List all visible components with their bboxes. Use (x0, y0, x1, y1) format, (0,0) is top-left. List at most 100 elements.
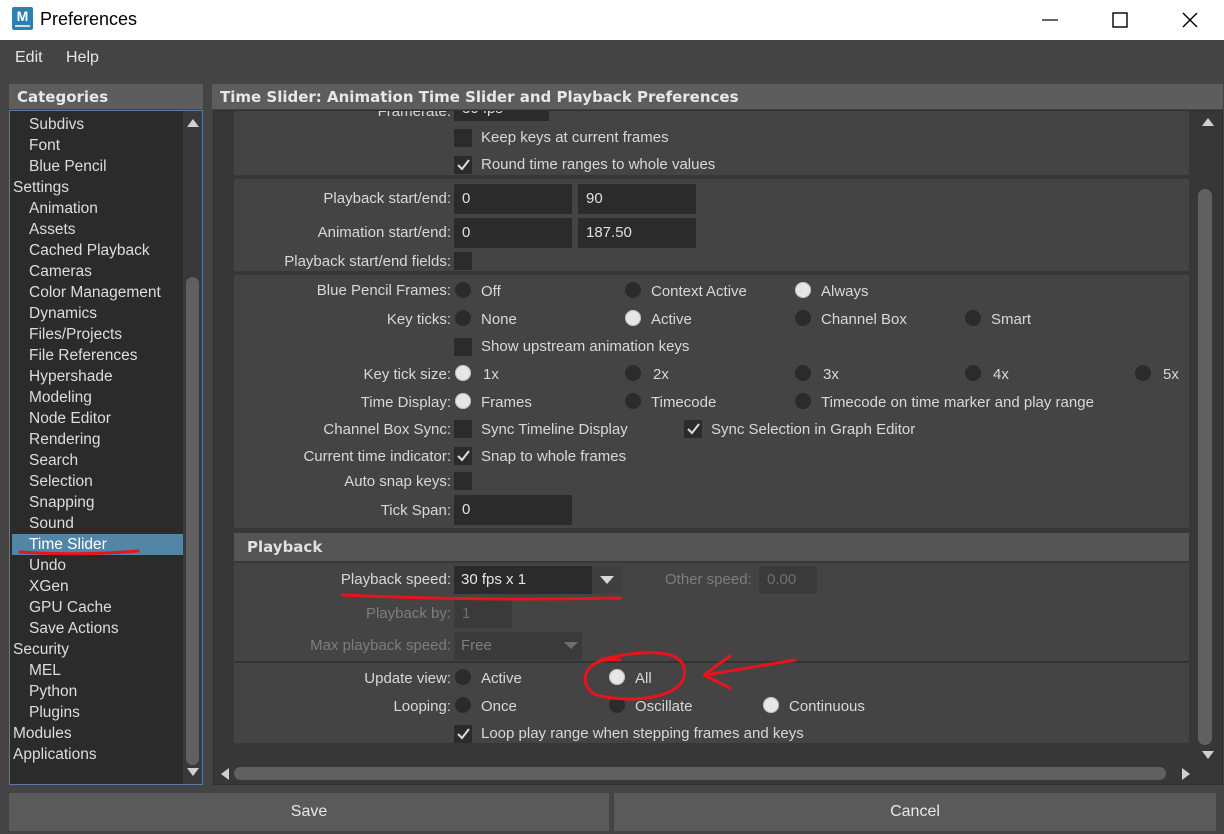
key-tick-size-label: Key tick size: (363, 366, 451, 383)
checkmark-icon (457, 728, 470, 740)
category-item-subdivs[interactable]: Subdivs (29, 114, 84, 135)
category-item-cached-playback[interactable]: Cached Playback (29, 240, 150, 261)
framerate-dropdown[interactable]: 30 fps (454, 111, 549, 121)
auto-snap-keys-checkbox[interactable] (454, 472, 472, 490)
playback-speed-dropdown-button[interactable] (592, 566, 622, 594)
categories-list: Subdivs Font Blue Pencil Settings Animation A… (9, 110, 203, 785)
other-speed-field[interactable]: 0.00 (759, 566, 817, 594)
cancel-button[interactable]: Cancel (614, 793, 1216, 831)
blue-pencil-context-active-radio[interactable] (625, 282, 641, 298)
key-tick-size-1x-radio[interactable] (455, 365, 471, 381)
key-tick-size-2x-radio[interactable] (625, 365, 641, 381)
minimize-icon (1042, 19, 1058, 21)
category-item-plugins[interactable]: Plugins (29, 702, 80, 723)
scroll-down-icon[interactable] (1202, 751, 1214, 759)
key-tick-size-3x-radio[interactable] (795, 365, 811, 381)
key-ticks-smart-radio[interactable] (965, 310, 981, 326)
chevron-down-icon (564, 642, 578, 649)
playback-speed-dropdown[interactable]: 30 fps x 1 (454, 566, 622, 594)
category-item-snapping[interactable]: Snapping (29, 492, 95, 513)
scroll-up-icon[interactable] (1202, 118, 1214, 126)
time-display-frames-radio[interactable] (455, 393, 471, 409)
max-playback-speed-dropdown[interactable]: Free (454, 632, 582, 660)
round-time-checkbox[interactable] (454, 156, 472, 174)
looping-continuous-radio[interactable] (763, 697, 779, 713)
key-ticks-channel-box-radio[interactable] (795, 310, 811, 326)
scroll-right-icon[interactable] (1182, 768, 1190, 780)
category-item-animation[interactable]: Animation (29, 198, 98, 219)
maya-app-icon: M (12, 7, 33, 30)
playback-start-field[interactable]: 0 (454, 184, 572, 214)
time-display-timecode-marker-radio[interactable] (795, 393, 811, 409)
update-view-active-radio[interactable] (455, 669, 471, 685)
key-ticks-active-radio[interactable] (625, 310, 641, 326)
category-item-rendering[interactable]: Rendering (29, 429, 101, 450)
category-item-dynamics[interactable]: Dynamics (29, 303, 97, 324)
category-item-cameras[interactable]: Cameras (29, 261, 92, 282)
category-item-settings[interactable]: Settings (13, 177, 69, 198)
playback-section-header[interactable]: Playback (234, 533, 1189, 561)
tick-span-label: Tick Span: (380, 502, 451, 519)
category-item-selection[interactable]: Selection (29, 471, 93, 492)
tick-span-field[interactable]: 0 (454, 495, 572, 525)
category-item-undo[interactable]: Undo (29, 555, 66, 576)
category-item-security[interactable]: Security (13, 639, 69, 660)
category-item-modules[interactable]: Modules (13, 723, 72, 744)
menu-edit[interactable]: Edit (15, 49, 43, 67)
key-tick-size-5x-radio[interactable] (1135, 365, 1151, 381)
menu-help[interactable]: Help (66, 49, 99, 67)
category-item-files-projects[interactable]: Files/Projects (29, 324, 122, 345)
category-item-node-editor[interactable]: Node Editor (29, 408, 111, 429)
category-item-save-actions[interactable]: Save Actions (29, 618, 119, 639)
scroll-up-icon[interactable] (187, 119, 199, 127)
preferences-vertical-scrollbar[interactable] (1195, 111, 1222, 761)
animation-end-field[interactable]: 187.50 (578, 218, 696, 248)
playback-end-field[interactable]: 90 (578, 184, 696, 214)
category-item-modeling[interactable]: Modeling (29, 387, 92, 408)
sync-selection-checkbox[interactable] (684, 420, 702, 438)
category-item-blue-pencil[interactable]: Blue Pencil (29, 156, 107, 177)
category-item-mel[interactable]: MEL (29, 660, 61, 681)
category-item-assets[interactable]: Assets (29, 219, 76, 240)
maximize-button[interactable] (1095, 0, 1145, 40)
category-item-file-references[interactable]: File References (29, 345, 138, 366)
show-upstream-checkbox[interactable] (454, 338, 472, 356)
scroll-left-icon[interactable] (221, 768, 229, 780)
category-item-xgen[interactable]: XGen (29, 576, 69, 597)
looping-oscillate-radio[interactable] (609, 697, 625, 713)
close-button[interactable] (1165, 0, 1215, 40)
category-item-applications[interactable]: Applications (13, 744, 97, 765)
category-item-font[interactable]: Font (29, 135, 60, 156)
update-view-all-radio[interactable] (609, 669, 625, 685)
scroll-down-icon[interactable] (187, 768, 199, 776)
key-ticks-none-radio[interactable] (455, 310, 471, 326)
sync-timeline-checkbox[interactable] (454, 420, 472, 438)
save-button[interactable]: Save (9, 793, 609, 831)
loop-range-checkbox[interactable] (454, 725, 472, 743)
blue-pencil-always-radio[interactable] (795, 282, 811, 298)
category-item-search[interactable]: Search (29, 450, 78, 471)
snap-whole-frames-checkbox[interactable] (454, 447, 472, 465)
chevron-down-icon (600, 576, 614, 584)
category-item-gpu-cache[interactable]: GPU Cache (29, 597, 112, 618)
key-ticks-none-label: None (481, 311, 517, 328)
time-display-timecode-radio[interactable] (625, 393, 641, 409)
preferences-vertical-scroll-thumb[interactable] (1198, 189, 1212, 745)
categories-scrollbar[interactable] (183, 111, 202, 784)
playback-by-field[interactable]: 1 (454, 600, 512, 628)
minimize-button[interactable] (1025, 0, 1075, 40)
category-item-color-management[interactable]: Color Management (29, 282, 161, 303)
blue-pencil-off-radio[interactable] (455, 282, 471, 298)
preferences-horizontal-scroll-thumb[interactable] (234, 767, 1166, 780)
category-item-hypershade[interactable]: Hypershade (29, 366, 113, 387)
category-item-time-slider[interactable]: Time Slider (12, 534, 183, 555)
playback-fields-checkbox[interactable] (454, 252, 472, 270)
preferences-horizontal-scrollbar[interactable] (214, 763, 1195, 784)
looping-once-radio[interactable] (455, 697, 471, 713)
category-item-python[interactable]: Python (29, 681, 77, 702)
category-item-sound[interactable]: Sound (29, 513, 74, 534)
key-tick-size-4x-radio[interactable] (965, 365, 981, 381)
animation-start-field[interactable]: 0 (454, 218, 572, 248)
categories-scroll-thumb[interactable] (186, 277, 199, 765)
keep-keys-checkbox[interactable] (454, 129, 472, 147)
